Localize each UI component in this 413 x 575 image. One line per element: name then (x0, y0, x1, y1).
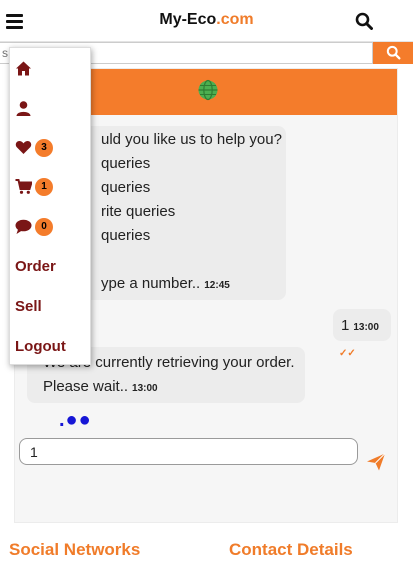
message-time: 13:00 (132, 383, 158, 394)
message-text: 1 (341, 317, 350, 334)
send-icon[interactable] (366, 452, 386, 472)
message-time: 12:45 (204, 280, 230, 291)
contact-details-link[interactable]: Contact Details (229, 540, 353, 560)
user-icon (16, 101, 31, 116)
menu-item-label: Logout (15, 338, 66, 355)
chat-message-input[interactable] (19, 438, 358, 465)
comment-icon (15, 219, 32, 234)
social-networks-link[interactable]: Social Networks (9, 540, 140, 560)
search-icon[interactable] (355, 12, 373, 30)
brand-tld: .com (216, 11, 254, 28)
cart-count-badge: 1 (35, 178, 53, 196)
message-line: queries (101, 227, 151, 244)
search-icon (386, 45, 401, 60)
globe-icon (198, 79, 218, 101)
message-time: 13:00 (353, 322, 379, 333)
message-line: Please wait.. (43, 378, 129, 395)
menu-item-label: Order (15, 258, 56, 275)
message-line (101, 248, 286, 272)
double-check-icon: ✓✓ (339, 348, 356, 359)
user-message: 1 13:00 ✓✓ (333, 309, 391, 359)
dropdown-menu: 3 1 0 Order Sell Logout (9, 47, 91, 365)
home-icon (16, 61, 31, 76)
messages-count-badge: 0 (35, 218, 53, 236)
message-line: uld you like us to help you? (101, 131, 282, 148)
brand-logo[interactable]: My-Eco.com (0, 11, 413, 29)
top-header: My-Eco.com (0, 0, 413, 42)
message-line: ype a number.. (101, 275, 201, 292)
message-line: queries (101, 179, 151, 196)
cart-icon (15, 179, 32, 194)
brand-name: My-Eco (159, 11, 217, 28)
heart-icon (15, 141, 32, 154)
menu-item-label: Sell (15, 298, 42, 315)
footer: Social Networks Contact Details (0, 528, 413, 575)
wishlist-count-badge: 3 (35, 139, 53, 157)
typing-indicator: .●● (59, 409, 92, 431)
search-button[interactable] (373, 42, 413, 64)
message-line: queries (101, 155, 151, 172)
message-line: rite queries (101, 203, 176, 220)
